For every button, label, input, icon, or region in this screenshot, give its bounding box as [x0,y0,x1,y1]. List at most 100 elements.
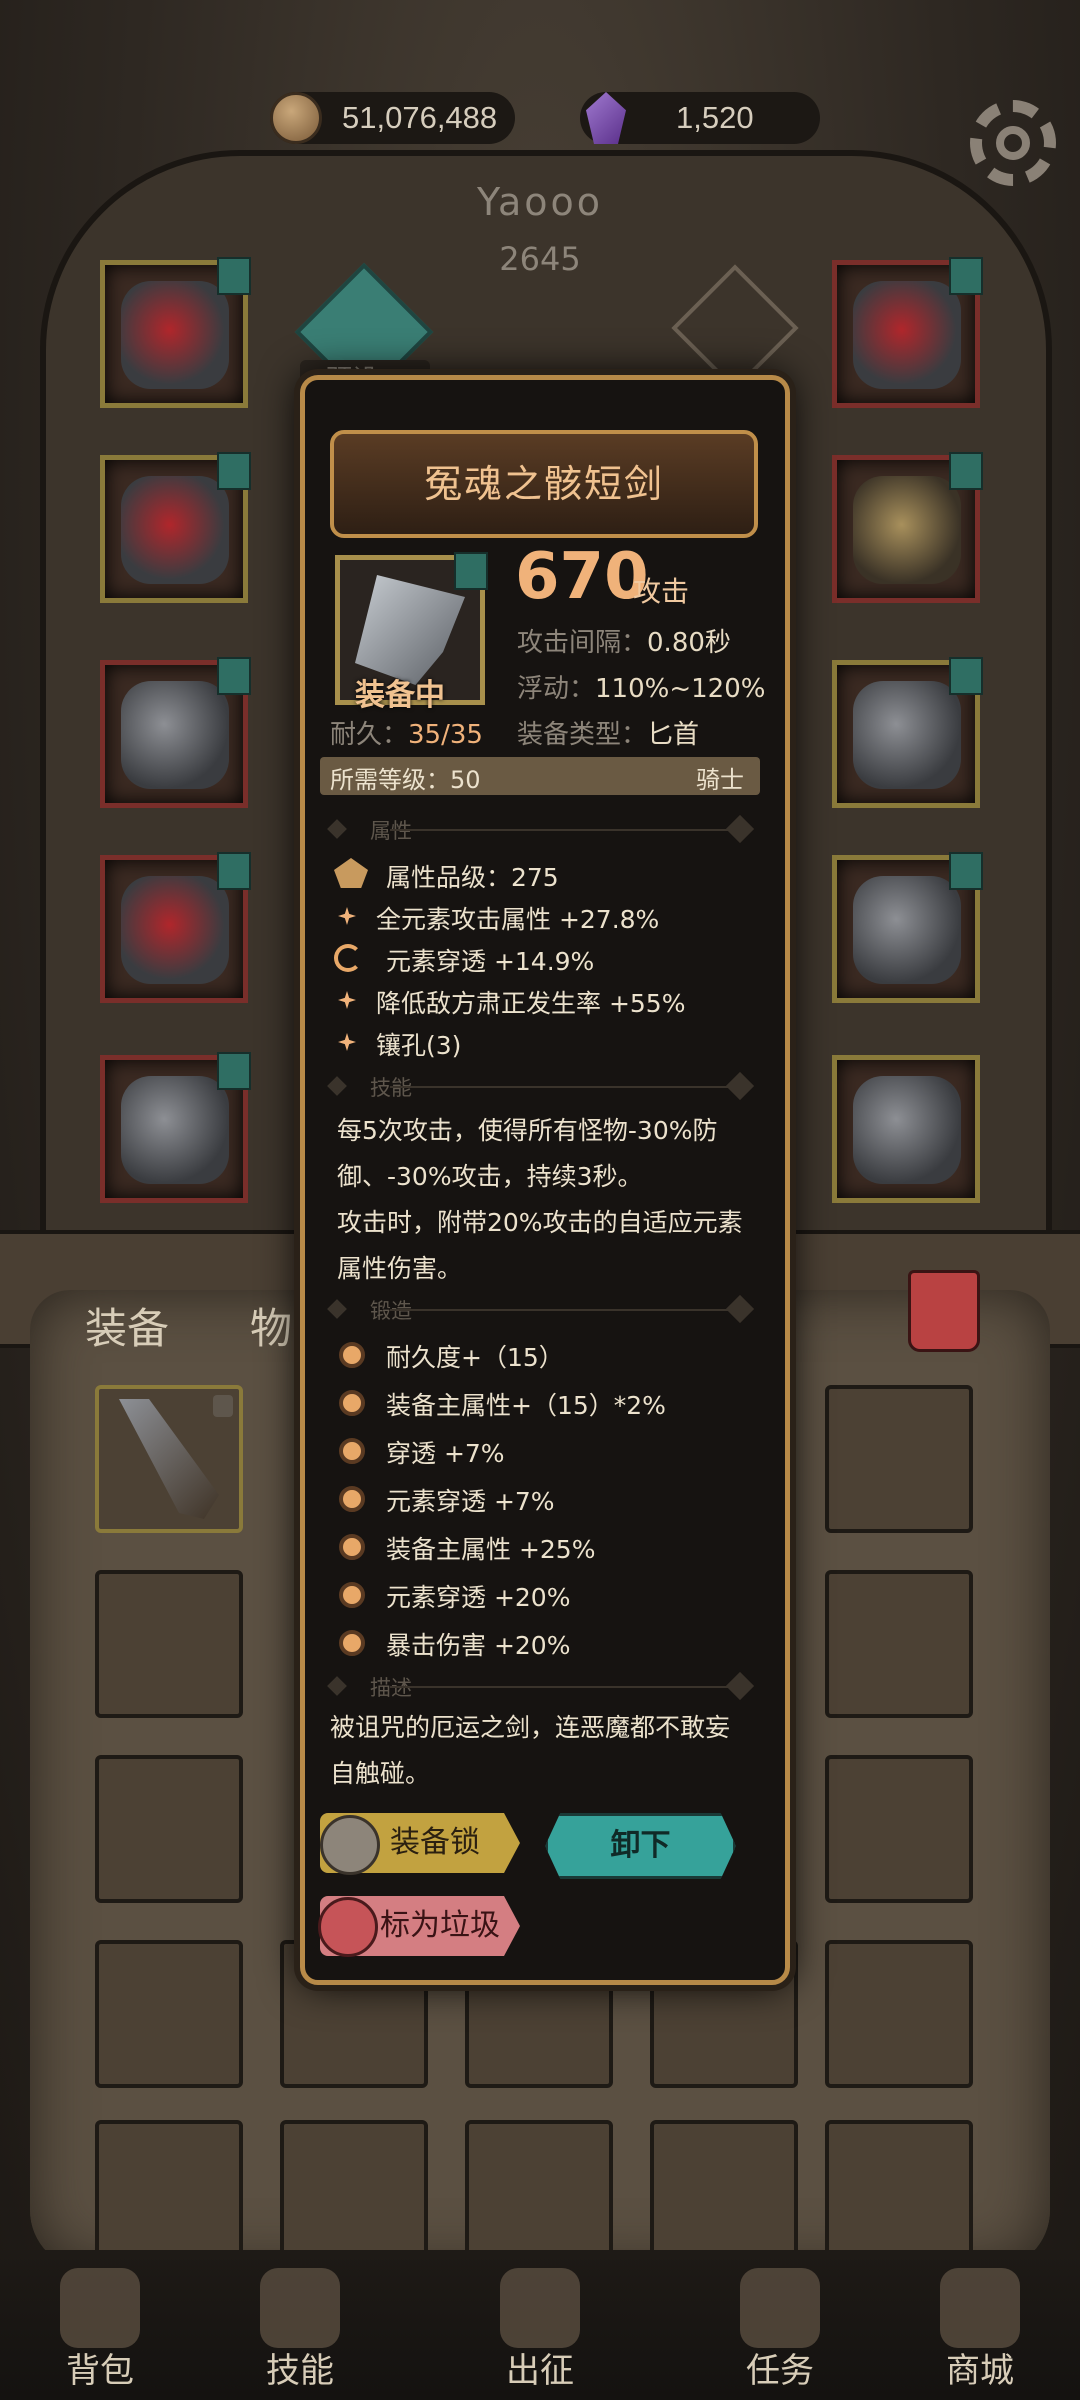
inventory-cell[interactable] [825,1570,973,1718]
accessory-slot[interactable] [832,657,983,808]
equipped-label: 装备中 [355,678,445,713]
gold-coin-icon [270,92,322,144]
tab-equipment[interactable]: 装备 [85,1295,169,1356]
diamond-icon [725,1071,755,1101]
forge-line: 装备主属性+（15）*2% [386,1391,666,1420]
claw-icon [853,681,961,789]
durability-value: 35/35 [408,720,483,750]
horn-icon [740,2268,820,2348]
lock-icon [213,1395,233,1417]
gem-counter: 1,520 [580,92,820,144]
forging-section-header: 锻造 [327,1294,755,1325]
slot-tag-icon [949,657,983,695]
ring-slot[interactable] [832,452,983,603]
slot-tag-icon [217,257,251,295]
diamond-icon [327,819,347,839]
leg-armor-icon [121,876,229,984]
legs-slot[interactable] [100,852,251,1003]
boots-slot[interactable] [100,1052,251,1203]
diamond-icon [725,814,755,844]
dagger-icon [853,876,961,984]
diamond-icon [725,1671,755,1701]
float-label: 浮动： [517,674,596,704]
damage-value: 670 [515,540,649,614]
nav-label: 技能 [266,2351,334,2391]
diamond-icon [725,1294,755,1324]
armor-slot[interactable] [100,452,251,603]
inventory-cell[interactable] [95,2120,243,2268]
attack-interval-label: 攻击间隔： [517,628,648,658]
equipment-type: 装备类型：匕首 [517,714,699,751]
trash-icon[interactable] [908,1270,980,1352]
inventory-cell[interactable] [825,1940,973,2088]
attack-interval-value: 0.80秒 [647,628,731,658]
skill-line: 每5次攻击，使得所有怪物-30%防 [337,1116,718,1145]
attribute-line: 元素穿透 +14.9% [386,947,595,976]
nav-shop[interactable]: 商城 [905,2250,1055,2400]
required-level-value: 50 [450,766,481,794]
damage-unit: 攻击 [633,575,690,608]
attack-interval: 攻击间隔：0.80秒 [517,622,731,659]
forge-dot-icon [339,1486,365,1512]
slot-tag-icon [949,452,983,490]
nav-label: 商城 [946,2351,1014,2391]
player-name: Yaooo [476,180,603,224]
nav-label: 背包 [66,2351,134,2391]
slot-tag-icon [949,257,983,295]
nav-label: 出征 [506,2351,574,2391]
description-section-header: 描述 [327,1671,755,1702]
inventory-cell[interactable] [825,1755,973,1903]
forge-line: 元素穿透 +7% [386,1487,555,1516]
unequip-button[interactable]: 卸下 [545,1813,736,1879]
attributes-section-header: 属性 [327,814,755,845]
nav-quests[interactable]: 任务 [705,2250,855,2400]
divider [390,829,730,831]
slot-tag-icon [217,1052,251,1090]
shield-slot[interactable] [832,1055,980,1203]
diamond-icon [327,1076,347,1096]
gold-counter: 51,076,488 [270,92,515,144]
inventory-cell[interactable] [95,1570,243,1718]
inventory-cell[interactable] [825,2120,973,2268]
forge-line: 穿透 +7% [386,1439,505,1468]
nav-expedition[interactable]: 出征 [465,2250,615,2400]
purple-gem-icon [586,92,626,144]
description-line: 自触碰。 [330,1759,431,1788]
nav-skills[interactable]: 技能 [225,2250,375,2400]
inventory-cell[interactable] [95,1940,243,2088]
skill-line: 御、-30%攻击，持续3秒。 [337,1162,643,1191]
settings-gear-icon[interactable] [970,100,1056,186]
inventory-cell[interactable] [280,2120,428,2268]
inventory-cell[interactable] [465,2120,613,2268]
skills-section-header: 技能 [327,1071,755,1102]
inventory-cell-sword[interactable] [95,1385,243,1533]
helmet-slot[interactable] [100,257,251,408]
gauntlet-slot[interactable] [100,657,251,808]
durability-label: 耐久： [330,720,409,750]
float-value: 110%~120% [595,674,766,704]
ring-icon [853,476,961,584]
inventory-cell[interactable] [650,2120,798,2268]
forge-dot-icon [339,1582,365,1608]
weapon-slot[interactable] [832,852,983,1003]
armor-icon [121,476,229,584]
float-range: 浮动：110%~120% [517,668,765,705]
inventory-cell[interactable] [825,1385,973,1533]
padlock-icon [320,1815,380,1875]
forge-dot-icon [339,1630,365,1656]
shop-crown-icon [940,2268,1020,2348]
junk-bin-icon [318,1897,378,1957]
attribute-line: 全元素攻击属性 +27.8% [376,905,660,934]
inventory-cell[interactable] [95,1755,243,1903]
mark-junk-label: 标为垃圾 [380,1908,500,1943]
amulet-slot[interactable] [832,257,983,408]
description-line: 被诅咒的厄运之剑，连恶魔都不敢妄 [330,1713,731,1742]
attribute-line: 降低敌方肃正发生率 +55% [376,989,686,1018]
nav-backpack[interactable]: 背包 [25,2250,175,2400]
helmet-icon [121,281,229,389]
bottom-nav: 背包 技能 出征 任务 商城 [0,2250,1080,2400]
slot-tag-icon [217,852,251,890]
divider [390,1309,730,1311]
type-value: 匕首 [647,720,700,750]
required-level: 所需等级：50 [330,760,481,795]
